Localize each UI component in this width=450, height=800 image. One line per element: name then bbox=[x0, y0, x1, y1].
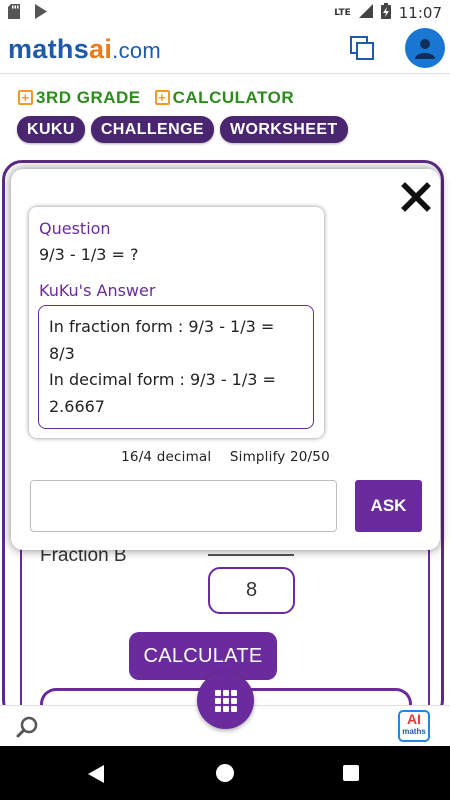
user-icon[interactable] bbox=[405, 28, 445, 68]
grade-link[interactable]: +3RD GRADE bbox=[18, 88, 141, 108]
copy-icon[interactable] bbox=[348, 34, 376, 62]
app-header: mathsai.com bbox=[0, 26, 450, 74]
plus-icon: + bbox=[154, 90, 170, 105]
fraction-divider bbox=[208, 554, 294, 556]
signal-icon bbox=[358, 4, 373, 22]
worksheet-pill[interactable]: WORKSHEET bbox=[219, 116, 348, 143]
search-icon[interactable] bbox=[16, 715, 40, 739]
question-text: 9/3 - 1/3 = ? bbox=[39, 245, 139, 264]
plus-icon: + bbox=[18, 90, 33, 105]
recent-apps-icon[interactable] bbox=[343, 765, 359, 781]
answer-line: 2.6667 bbox=[49, 396, 105, 416]
status-bar: LTE 11:07 bbox=[0, 0, 450, 26]
answer-line: In fraction form : 9/3 - 1/3 = bbox=[49, 317, 275, 336]
qa-card: Question 9/3 - 1/3 = ? KuKu's Answer In … bbox=[29, 207, 324, 438]
suggestion-chip[interactable]: Simplify 20/50 bbox=[230, 449, 330, 465]
answer-label: KuKu's Answer bbox=[39, 281, 156, 300]
ask-button[interactable]: ASK bbox=[355, 480, 422, 532]
ask-input[interactable] bbox=[30, 480, 337, 532]
back-icon[interactable] bbox=[88, 765, 104, 787]
play-store-icon bbox=[34, 3, 48, 23]
mathsai-logo[interactable]: mathsai.com bbox=[8, 34, 161, 65]
answer-line: 8/3 bbox=[49, 343, 75, 363]
grid-menu-icon[interactable] bbox=[197, 672, 254, 729]
kuku-pill[interactable]: KUKU bbox=[17, 116, 85, 143]
calculate-button[interactable]: CALCULATE bbox=[129, 632, 277, 680]
battery-charging-icon bbox=[380, 3, 391, 23]
grade-links: +3RD GRADE + CALCULATOR bbox=[18, 88, 294, 108]
ai-maths-logo[interactable]: AI maths bbox=[398, 710, 430, 742]
challenge-pill[interactable]: CHALLENGE bbox=[90, 116, 214, 143]
sd-card-icon bbox=[8, 3, 20, 23]
network-type: LTE bbox=[334, 8, 351, 18]
answer-line: In decimal form : 9/3 - 1/3 = bbox=[49, 370, 276, 389]
suggestion-chip[interactable]: 16/4 decimal bbox=[121, 449, 211, 465]
close-icon[interactable] bbox=[401, 182, 431, 212]
calculator-link[interactable]: + CALCULATOR bbox=[154, 88, 294, 108]
home-icon[interactable] bbox=[216, 764, 234, 782]
answer-box: In fraction form : 9/3 - 1/3 = 8/3 In de… bbox=[38, 305, 314, 429]
question-label: Question bbox=[39, 219, 111, 238]
clock: 11:07 bbox=[398, 4, 442, 22]
pill-row: KUKU CHALLENGE WORKSHEET bbox=[17, 116, 348, 143]
kuku-modal: Question 9/3 - 1/3 = ? KuKu's Answer In … bbox=[11, 169, 440, 550]
android-nav-bar bbox=[0, 746, 450, 800]
fraction-b-denominator-input[interactable]: 8 bbox=[208, 567, 295, 614]
suggestion-row: 16/4 decimal Simplify 20/50 bbox=[11, 449, 440, 465]
